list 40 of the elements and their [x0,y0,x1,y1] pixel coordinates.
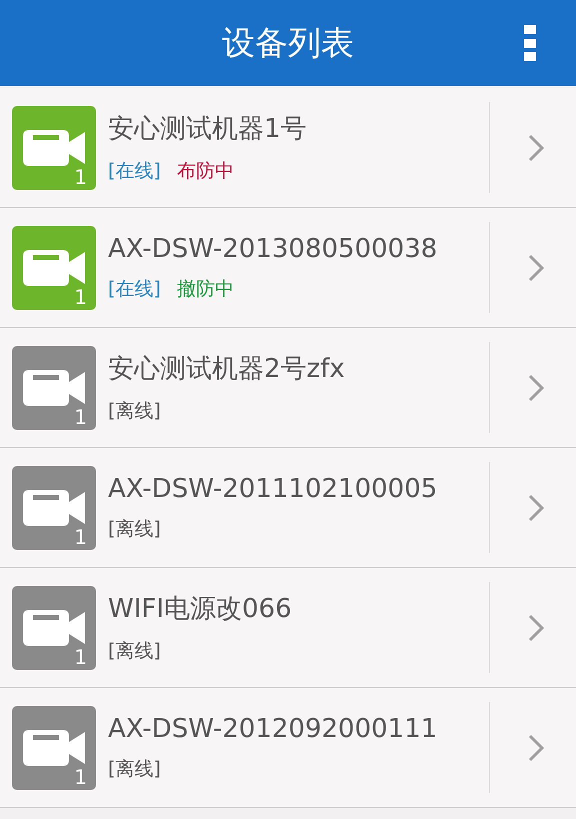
connection-status: [在线] [108,159,161,184]
channel-number: 1 [74,164,87,188]
connection-status: [离线] [108,399,161,424]
video-camera-icon [23,370,85,406]
chevron-right-icon[interactable] [528,134,544,162]
video-camera-icon [23,490,85,526]
chevron-right-icon[interactable] [528,494,544,522]
channel-number: 1 [74,524,87,548]
device-row[interactable]: 1 AX-DSW-2012092000111 [离线] [0,688,576,808]
device-row[interactable]: 1 AX-DSW-2013080500038 [在线] 撤防中 [0,208,576,328]
channel-number: 1 [74,404,87,428]
device-name: 安心测试机器1号 [108,113,308,146]
device-row[interactable]: 1 AX-DSW-2011102100005 [离线] [0,448,576,568]
channel-number: 1 [74,764,87,788]
chevron-right-icon[interactable] [528,374,544,402]
screen-title: 设备列表 [222,22,354,64]
video-camera-icon [23,730,85,766]
chevron-right-icon[interactable] [528,734,544,762]
device-name: WIFI电源改066 [108,593,293,626]
video-camera-icon [23,610,85,646]
connection-status: [离线] [108,756,161,782]
chevron-right-icon[interactable] [528,614,544,642]
connection-status: [离线] [108,516,161,542]
connection-status: [在线] [108,276,161,302]
channel-number: 1 [74,644,87,668]
device-name: AX-DSW-2011102100005 [108,474,438,504]
menu-icon[interactable] [524,25,536,61]
device-row[interactable]: 1 安心测试机器1号 [在线] 布防中 [0,88,576,208]
device-row[interactable]: 1 WIFI电源改066 [离线] [0,568,576,688]
arm-status: 撤防中 [176,276,234,302]
chevron-right-icon[interactable] [528,254,544,282]
device-row[interactable]: 1 安心测试机器2号zfx [离线] [0,328,576,448]
video-camera-icon [23,130,85,166]
arm-status: 布防中 [176,159,234,184]
device-name: 安心测试机器2号zfx [108,353,346,386]
video-camera-icon [23,250,85,286]
device-name: AX-DSW-2013080500038 [108,234,438,264]
connection-status: [离线] [108,639,161,664]
device-name: AX-DSW-2012092000111 [108,714,438,744]
channel-number: 1 [74,284,87,308]
